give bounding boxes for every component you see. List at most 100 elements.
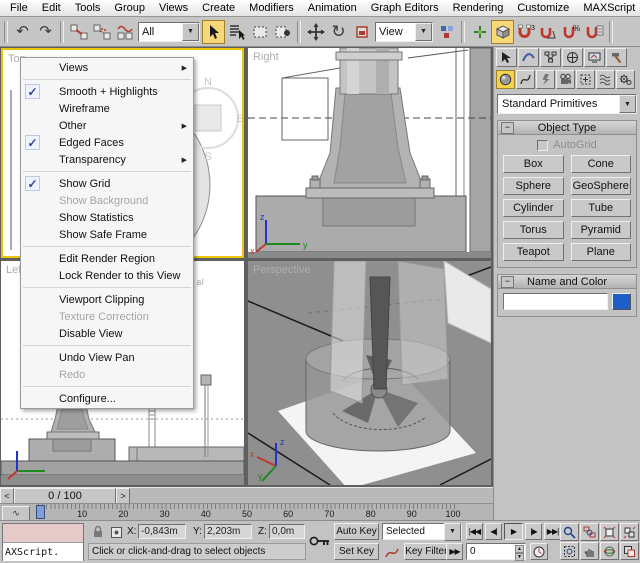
undo-button[interactable]: ↶ (11, 20, 34, 44)
primitive-category-dropdown[interactable]: Standard Primitives ▼ (497, 94, 637, 114)
select-and-move-button[interactable] (304, 20, 327, 44)
mini-curve-editor-button[interactable]: ∿ (2, 506, 30, 521)
viewport-right[interactable]: Right z (248, 48, 491, 258)
category-cameras[interactable] (556, 70, 575, 89)
time-slider-button[interactable]: 0 / 100 (14, 488, 116, 504)
auto-key-button[interactable]: Auto Key (334, 523, 379, 540)
menu-rendering[interactable]: Rendering (446, 1, 511, 15)
track-bar[interactable]: ∿ 0102030405060708090100 (0, 503, 493, 520)
object-name-input[interactable] (503, 293, 608, 310)
selection-filter-dropdown[interactable]: All ▼ (138, 22, 200, 42)
listener-pane[interactable]: AXScript. (3, 543, 83, 561)
tab-modify[interactable] (518, 48, 539, 67)
zoom-extents-button[interactable] (600, 523, 619, 541)
box-button[interactable]: Box (503, 155, 564, 173)
snaps-toggle-button[interactable] (491, 20, 514, 44)
menu-file[interactable]: File (3, 1, 35, 15)
maxscript-mini-listener[interactable]: AXScript. (2, 523, 84, 561)
category-helpers[interactable] (576, 70, 595, 89)
go-to-start-button[interactable]: |◀◀ (466, 523, 483, 540)
dropdown-arrow-icon[interactable]: ▼ (444, 523, 461, 541)
key-mode-toggle-button[interactable]: ▶▶ (446, 543, 463, 560)
track-bar-ruler[interactable]: 0102030405060708090100 (38, 504, 458, 521)
snaps-3d-toggle-button[interactable]: 3 (514, 20, 537, 44)
unlink-selection-button[interactable] (90, 20, 113, 44)
menu-item-lock-render-to-this-view[interactable]: Lock Render to this View (21, 267, 193, 284)
tube-button[interactable]: Tube (571, 199, 632, 217)
menu-item-views[interactable]: Views▶ (21, 59, 193, 76)
rectangular-selection-region-button[interactable] (248, 20, 271, 44)
select-and-rotate-button[interactable]: ↻ (327, 20, 350, 44)
object-color-swatch[interactable] (612, 293, 631, 310)
tab-create[interactable] (496, 48, 517, 67)
bind-to-space-warp-button[interactable] (113, 20, 136, 44)
absolute-offset-mode-toggle[interactable] (108, 524, 124, 540)
spinner-snap-toggle-button[interactable] (583, 20, 606, 44)
macro-recorder-pane[interactable] (3, 524, 83, 543)
menu-item-edged-faces[interactable]: ✓Edged Faces (21, 134, 193, 151)
autogrid-checkbox[interactable] (537, 140, 548, 151)
default-in-out-tangents-button[interactable] (384, 544, 400, 560)
window-crossing-button[interactable] (271, 20, 294, 44)
y-coordinate-field[interactable]: 2,203m (204, 524, 252, 539)
select-and-link-button[interactable] (67, 20, 90, 44)
pan-view-button[interactable] (580, 542, 599, 560)
go-to-end-button[interactable]: ▶▶| (544, 523, 561, 540)
menu-item-disable-view[interactable]: Disable View (21, 325, 193, 342)
menu-item-wireframe[interactable]: Wireframe (21, 100, 193, 117)
name-and-color-rollout-header[interactable]: − Name and Color (498, 275, 636, 289)
next-frame-arrow-button[interactable]: > (116, 488, 130, 504)
select-object-button[interactable] (202, 20, 225, 44)
menu-item-smooth-highlights[interactable]: ✓Smooth + Highlights (21, 83, 193, 100)
selection-lock-toggle[interactable] (90, 524, 106, 540)
key-mode-dropdown[interactable]: Selected ▼ (382, 523, 462, 540)
category-systems[interactable] (616, 70, 635, 89)
pyramid-button[interactable]: Pyramid (571, 221, 632, 239)
menu-item-show-statistics[interactable]: Show Statistics (21, 209, 193, 226)
tab-display[interactable] (584, 48, 605, 67)
geosphere-button[interactable]: GeoSphere (571, 177, 632, 195)
teapot-button[interactable]: Teapot (503, 243, 564, 261)
arc-rotate-button[interactable] (600, 542, 619, 560)
menu-item-show-grid[interactable]: ✓Show Grid (21, 175, 193, 192)
set-keys-button[interactable] (308, 531, 332, 551)
current-frame-field[interactable]: 0 ▲▼ (466, 543, 526, 560)
category-shapes[interactable] (516, 70, 535, 89)
set-key-button[interactable]: Set Key (334, 543, 379, 560)
torus-button[interactable]: Torus (503, 221, 564, 239)
menu-group[interactable]: Group (107, 1, 152, 15)
maximize-viewport-toggle-button[interactable] (620, 542, 639, 560)
cylinder-button[interactable]: Cylinder (503, 199, 564, 217)
menu-tools[interactable]: Tools (68, 1, 108, 15)
select-by-name-button[interactable] (225, 20, 248, 44)
collapse-icon[interactable]: − (501, 276, 514, 288)
collapse-icon[interactable]: − (501, 122, 514, 134)
percent-snap-toggle-button[interactable]: % (560, 20, 583, 44)
time-configuration-button[interactable] (530, 543, 548, 560)
tab-hierarchy[interactable] (540, 48, 561, 67)
field-of-view-region-zoom-button[interactable] (560, 542, 579, 560)
zoom-button[interactable] (560, 523, 579, 541)
category-space-warps[interactable] (596, 70, 615, 89)
dropdown-arrow-icon[interactable]: ▼ (619, 95, 636, 113)
menu-item-transparency[interactable]: Transparency▶ (21, 151, 193, 168)
menu-maxscript[interactable]: MAXScript (576, 1, 640, 15)
menu-edit[interactable]: Edit (35, 1, 68, 15)
menu-customize[interactable]: Customize (510, 1, 576, 15)
menu-item-undo-view-pan[interactable]: Undo View Pan (21, 349, 193, 366)
cone-button[interactable]: Cone (571, 155, 632, 173)
category-lights[interactable] (536, 70, 555, 89)
menu-item-viewport-clipping[interactable]: Viewport Clipping (21, 291, 193, 308)
reference-coordinate-system-dropdown[interactable]: View ▼ (375, 22, 433, 42)
next-frame-button[interactable]: |▶ (525, 523, 542, 540)
dropdown-arrow-icon[interactable]: ▼ (182, 23, 199, 41)
menu-animation[interactable]: Animation (301, 1, 364, 15)
menu-views[interactable]: Views (152, 1, 195, 15)
angle-snap-toggle-button[interactable] (537, 20, 560, 44)
category-geometry[interactable] (496, 70, 515, 89)
use-pivot-point-center-button[interactable] (435, 20, 458, 44)
tab-motion[interactable] (562, 48, 583, 67)
select-and-scale-button[interactable] (350, 20, 373, 44)
track-bar-frame-handle[interactable] (36, 505, 45, 519)
play-animation-button[interactable]: ▶ (504, 523, 523, 540)
